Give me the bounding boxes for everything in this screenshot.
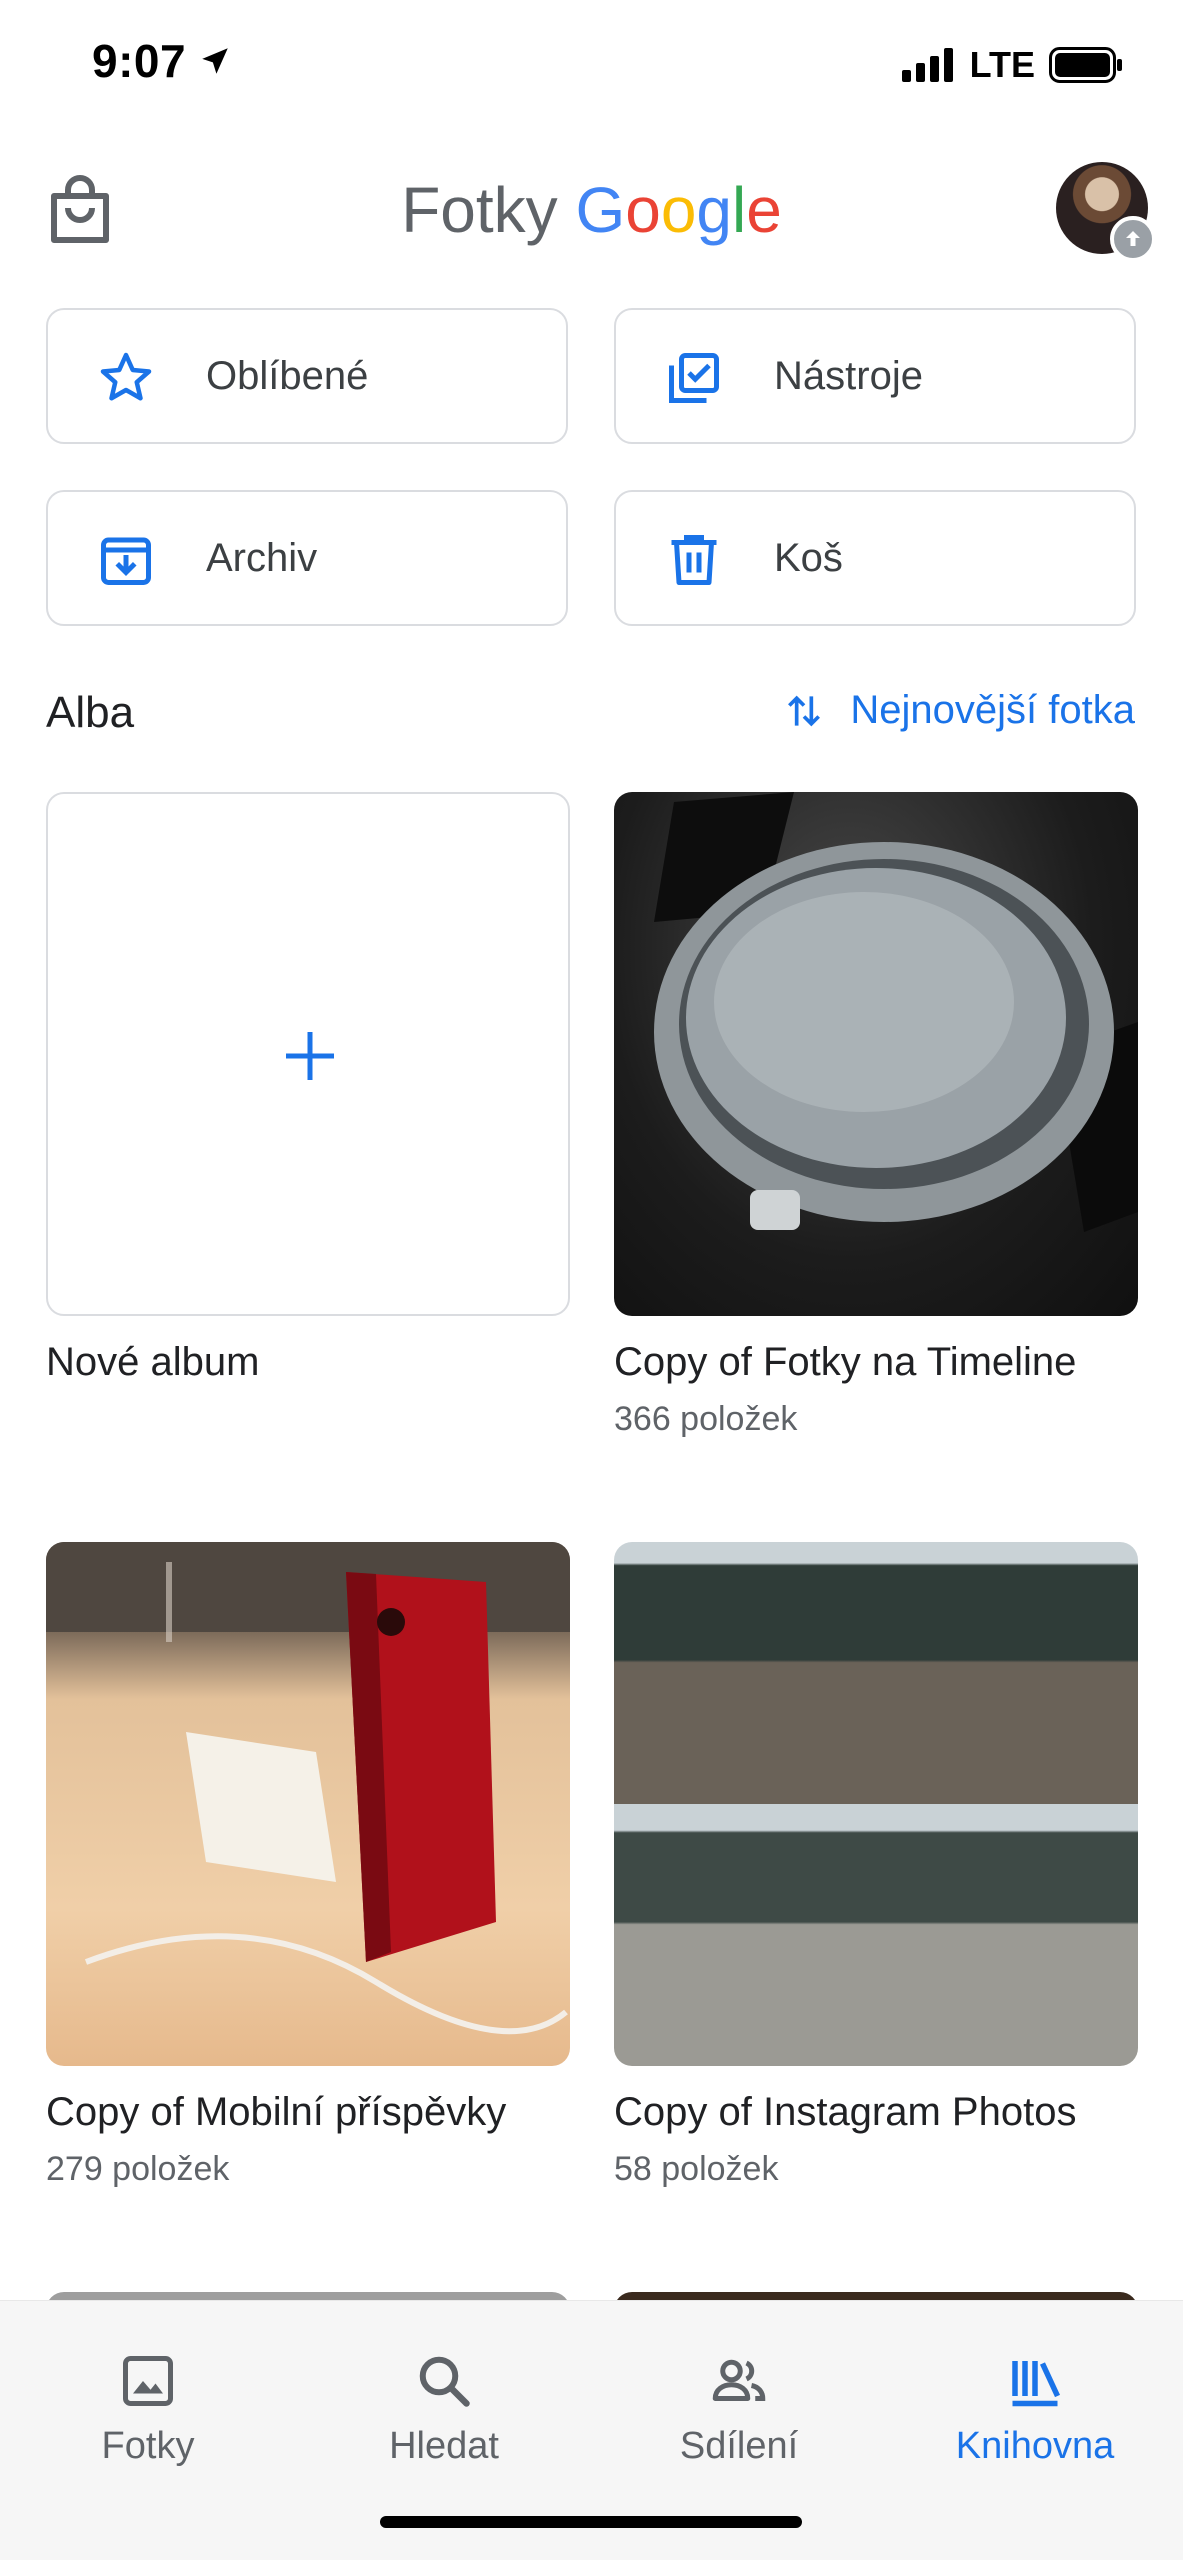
app-header: Fotky Google bbox=[0, 150, 1183, 280]
nav-photos[interactable]: Fotky bbox=[0, 2331, 296, 2481]
nav-search-label: Hledat bbox=[389, 2425, 499, 2467]
sort-icon bbox=[788, 695, 821, 726]
favorites-label: Oblíbené bbox=[206, 354, 369, 398]
phone-photo bbox=[46, 1542, 570, 2035]
location-arrow-icon bbox=[202, 48, 228, 74]
plus-icon bbox=[286, 1032, 334, 1080]
album-count: 366 položek bbox=[614, 1400, 798, 1438]
search-icon bbox=[419, 2356, 470, 2407]
album-title[interactable]: Copy of Instagram Photos bbox=[614, 2090, 1076, 2135]
archive-button[interactable]: Archiv bbox=[46, 490, 568, 626]
albums-section-title: Alba bbox=[46, 688, 135, 737]
logo-word-google: Google bbox=[575, 174, 782, 246]
tools-label: Nástroje bbox=[774, 354, 923, 398]
album-title[interactable]: Copy of Fotky na Timeline bbox=[614, 1340, 1076, 1385]
landscape-photo-top bbox=[614, 1542, 1138, 1804]
signal-icon bbox=[901, 48, 953, 82]
status-time-text: 9:07 bbox=[92, 35, 187, 87]
app-logo: Fotky Google bbox=[0, 170, 1183, 250]
home-indicator[interactable] bbox=[380, 2516, 802, 2528]
star-icon bbox=[100, 352, 152, 401]
status-bar: 9:07 LTE bbox=[0, 0, 1183, 130]
nav-photos-label: Fotky bbox=[101, 2425, 195, 2467]
tools-button[interactable]: Nástroje bbox=[614, 308, 1136, 444]
nav-search[interactable]: Hledat bbox=[296, 2331, 592, 2481]
album-title[interactable]: Nové album bbox=[46, 1340, 259, 1385]
library-icon bbox=[1012, 2361, 1060, 2407]
album-title[interactable]: Copy of Mobilní příspěvky bbox=[46, 2090, 506, 2135]
nav-library-label: Knihovna bbox=[955, 2425, 1115, 2467]
album-thumbnail-phone[interactable] bbox=[46, 1542, 570, 2066]
archive-icon bbox=[101, 537, 151, 585]
trash-icon bbox=[671, 535, 717, 585]
archive-label: Archiv bbox=[206, 536, 318, 580]
favorites-button[interactable]: Oblíbené bbox=[46, 308, 568, 444]
tools-icon bbox=[669, 353, 719, 403]
watch-photo bbox=[654, 792, 1138, 1232]
status-time: 9:07 bbox=[92, 34, 232, 88]
nav-sharing[interactable]: Sdílení bbox=[591, 2331, 887, 2481]
album-thumbnail-watch[interactable] bbox=[614, 792, 1138, 1316]
album-count: 58 položek bbox=[614, 2150, 779, 2188]
logo-word-fotky: Fotky bbox=[401, 174, 558, 246]
album-thumbnail-landscape[interactable] bbox=[614, 1542, 1138, 2066]
photo-icon bbox=[123, 2356, 173, 2406]
nav-library[interactable]: Knihovna bbox=[887, 2331, 1183, 2481]
landscape-photo-bottom bbox=[614, 1804, 1138, 2066]
nav-sharing-label: Sdílení bbox=[679, 2425, 799, 2467]
album-count: 279 položek bbox=[46, 2150, 230, 2188]
battery-icon bbox=[1049, 47, 1122, 83]
new-album-tile[interactable] bbox=[46, 792, 570, 1316]
backup-status-badge bbox=[1110, 216, 1156, 262]
network-type: LTE bbox=[969, 44, 1035, 85]
people-icon bbox=[712, 2359, 766, 2401]
status-indicators: LTE bbox=[901, 44, 1123, 86]
trash-label: Koš bbox=[774, 536, 843, 580]
sort-button[interactable]: Nejnovější fotka bbox=[782, 688, 1135, 733]
trash-button[interactable]: Koš bbox=[614, 490, 1136, 626]
sort-label: Nejnovější fotka bbox=[850, 688, 1135, 732]
upload-arrow-icon bbox=[1126, 231, 1140, 246]
